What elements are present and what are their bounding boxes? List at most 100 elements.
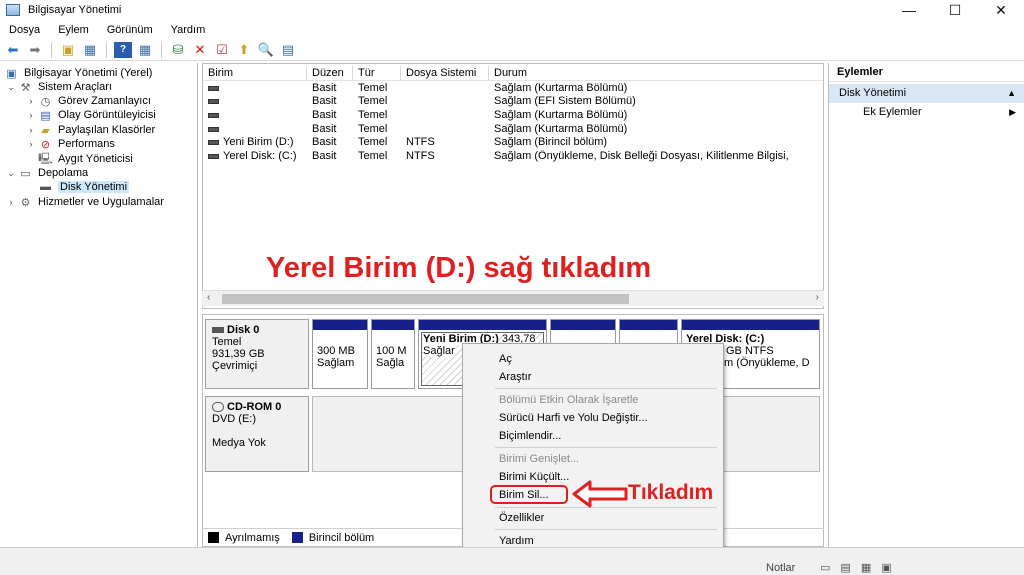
actions-section-disk-yonetimi[interactable]: Disk Yönetimi ▲ bbox=[829, 84, 1024, 103]
forward-icon[interactable]: ➡ bbox=[26, 42, 44, 58]
menu-item-explore[interactable]: Araştır bbox=[499, 371, 531, 383]
menu-gorunum[interactable]: Görünüm bbox=[98, 24, 162, 36]
menu-item-extend: Birimi Genişlet... bbox=[499, 453, 580, 465]
check-icon[interactable]: ☑ bbox=[213, 42, 231, 58]
column-header-duzen[interactable]: Düzen bbox=[307, 66, 353, 80]
maximize-button[interactable]: ☐ bbox=[932, 0, 978, 20]
minimize-button[interactable]: — bbox=[886, 0, 932, 20]
tree-item-root[interactable]: ▣ Bilgisayar Yönetimi (Yerel) bbox=[4, 66, 152, 80]
tree-label: Aygıt Yöneticisi bbox=[58, 153, 133, 165]
tree-item-depolama[interactable]: ⌄ ▭ Depolama bbox=[6, 166, 88, 180]
cdrom-drive: DVD (E:) bbox=[212, 413, 256, 425]
tree-item-paylasilan[interactable]: › ▰ Paylaşılan Klasörler bbox=[26, 123, 156, 137]
partition-bar bbox=[372, 320, 414, 330]
expand-icon[interactable]: › bbox=[26, 139, 36, 149]
disk-0-type: Temel bbox=[212, 336, 242, 348]
menu-dosya[interactable]: Dosya bbox=[0, 24, 49, 36]
collapse-up-icon[interactable]: ▲ bbox=[1007, 84, 1016, 103]
partition-size: 300 MB bbox=[317, 345, 355, 357]
disk-0-title: Disk 0 bbox=[227, 324, 260, 336]
volume-status: Sağlam (Önyükleme, Disk Belleği Dosyası,… bbox=[494, 150, 789, 162]
navigation-tree: ▣ Bilgisayar Yönetimi (Yerel) ⌄ ⚒ Sistem… bbox=[0, 63, 198, 547]
volume-icon bbox=[208, 154, 219, 159]
column-header-dosya-sistemi[interactable]: Dosya Sistemi bbox=[401, 66, 489, 80]
tree-item-disk-yonetimi[interactable]: ▬ Disk Yönetimi bbox=[38, 180, 130, 194]
notes-label[interactable]: Notlar bbox=[766, 562, 795, 574]
table-row[interactable]: Yerel Disk: (C:) Basit Temel NTFS Sağlam… bbox=[203, 150, 823, 163]
status-bar: Notlar ▭ ▤ ▦ ▣ bbox=[0, 547, 1024, 575]
table-row[interactable]: Basit Temel Sağlam (EFI Sistem Bölümü) bbox=[203, 95, 823, 108]
horizontal-scrollbar[interactable]: ‹ › bbox=[202, 290, 824, 306]
volume-layout: Basit bbox=[312, 123, 337, 135]
column-header-durum[interactable]: Durum bbox=[489, 66, 819, 80]
normal-view-icon[interactable]: ▭ bbox=[820, 561, 830, 574]
tree-item-gorev[interactable]: › ◷ Görev Zamanlayıcı bbox=[26, 94, 151, 108]
volume-type: Temel bbox=[358, 109, 388, 121]
volume-list-header: Birim Düzen Tür Dosya Sistemi Durum bbox=[203, 66, 823, 81]
volume-type: Temel bbox=[358, 150, 388, 162]
menu-item-change-drive-letter[interactable]: Sürücü Harfi ve Yolu Değiştir... bbox=[499, 412, 648, 424]
tree-item-hizmetler[interactable]: › ⚙ Hizmetler ve Uygulamalar bbox=[6, 195, 164, 209]
menu-item-properties[interactable]: Özellikler bbox=[499, 512, 544, 524]
menu-yardim[interactable]: Yardım bbox=[162, 24, 215, 36]
expand-icon[interactable]: › bbox=[26, 110, 36, 120]
tree-item-aygit[interactable]: 🖳 Aygıt Yöneticisi bbox=[38, 152, 133, 166]
device-manager-icon: 🖳 bbox=[38, 152, 53, 165]
tree-label: Depolama bbox=[38, 167, 89, 179]
properties-icon[interactable]: ▤ bbox=[279, 42, 297, 58]
volume-fs bbox=[401, 109, 489, 122]
table-row[interactable]: Basit Temel Sağlam (Kurtarma Bölümü) bbox=[203, 82, 823, 95]
collapse-icon[interactable]: ⌄ bbox=[6, 168, 16, 179]
menu-item-shrink[interactable]: Birimi Küçült... bbox=[499, 471, 569, 483]
help-icon[interactable]: ? bbox=[114, 41, 132, 58]
disk-0-label[interactable]: Disk 0 Temel 931,39 GB Çevrimiçi bbox=[205, 319, 309, 389]
partition-bar bbox=[313, 320, 367, 330]
column-header-birim[interactable]: Birim bbox=[203, 66, 307, 80]
delete-icon[interactable]: ✕ bbox=[191, 42, 209, 58]
toolbar-separator bbox=[51, 41, 52, 58]
show-hide-tree-icon[interactable]: ▦ bbox=[81, 42, 99, 58]
status-icons: ▭ ▤ ▦ ▣ bbox=[820, 561, 892, 574]
tree-label: Disk Yönetimi bbox=[58, 181, 130, 193]
expand-icon[interactable]: › bbox=[6, 197, 16, 207]
menu-item-help[interactable]: Yardım bbox=[499, 535, 534, 547]
window-controls: — ☐ ✕ bbox=[886, 0, 1024, 20]
export-icon[interactable]: ⬆ bbox=[235, 42, 253, 58]
menu-item-open[interactable]: Aç bbox=[499, 353, 512, 365]
column-header-tur[interactable]: Tür bbox=[353, 66, 401, 80]
cdrom-0-label[interactable]: CD-ROM 0 DVD (E:) Medya Yok bbox=[205, 396, 309, 472]
menu-eylem[interactable]: Eylem bbox=[49, 24, 98, 36]
partition-recovery-1[interactable]: 300 MB Sağlam bbox=[312, 319, 368, 389]
partition-efi[interactable]: 100 M Sağla bbox=[371, 319, 415, 389]
reading-view-icon[interactable]: ▤ bbox=[840, 561, 850, 574]
expand-icon[interactable]: › bbox=[26, 125, 36, 135]
table-row[interactable]: Basit Temel Sağlam (Kurtarma Bölümü) bbox=[203, 109, 823, 122]
scrollbar-thumb[interactable] bbox=[222, 294, 629, 304]
slide-sorter-icon[interactable]: ▦ bbox=[861, 561, 871, 574]
menu-item-format[interactable]: Biçimlendir... bbox=[499, 430, 561, 442]
computer-management-icon bbox=[6, 4, 20, 16]
scroll-right-icon[interactable]: › bbox=[816, 292, 819, 303]
tree-item-sistem-araclari[interactable]: ⌄ ⚒ Sistem Araçları bbox=[6, 80, 112, 94]
tree-label: Görev Zamanlayıcı bbox=[58, 95, 151, 107]
action-ek-eylemler[interactable]: Ek Eylemler ▶ bbox=[829, 103, 1024, 122]
volume-layout: Basit bbox=[312, 150, 337, 162]
up-folder-icon[interactable]: ▣ bbox=[59, 42, 77, 58]
table-row[interactable]: Basit Temel Sağlam (Kurtarma Bölümü) bbox=[203, 123, 823, 136]
show-action-pane-icon[interactable]: ▦ bbox=[136, 42, 154, 58]
disk-icon bbox=[212, 327, 224, 333]
back-icon[interactable]: ⬅ bbox=[4, 42, 22, 58]
close-button[interactable]: ✕ bbox=[978, 0, 1024, 20]
scroll-left-icon[interactable]: ‹ bbox=[207, 292, 210, 303]
collapse-icon[interactable]: ⌄ bbox=[6, 82, 16, 93]
volume-status: Sağlam (Kurtarma Bölümü) bbox=[494, 123, 628, 135]
zoom-icon[interactable]: ▣ bbox=[881, 561, 891, 574]
connect-drive-icon[interactable]: ⛁ bbox=[169, 42, 187, 58]
partition-status: Sağlar bbox=[423, 345, 455, 357]
volume-type: Temel bbox=[358, 136, 388, 148]
table-row[interactable]: Yeni Birim (D:) Basit Temel NTFS Sağlam … bbox=[203, 136, 823, 149]
expand-icon[interactable]: › bbox=[26, 96, 36, 106]
search-icon[interactable]: 🔍 bbox=[257, 42, 275, 58]
volume-status: Sağlam (Kurtarma Bölümü) bbox=[494, 109, 628, 121]
tree-item-olay[interactable]: › ▤ Olay Görüntüleyicisi bbox=[26, 108, 156, 122]
